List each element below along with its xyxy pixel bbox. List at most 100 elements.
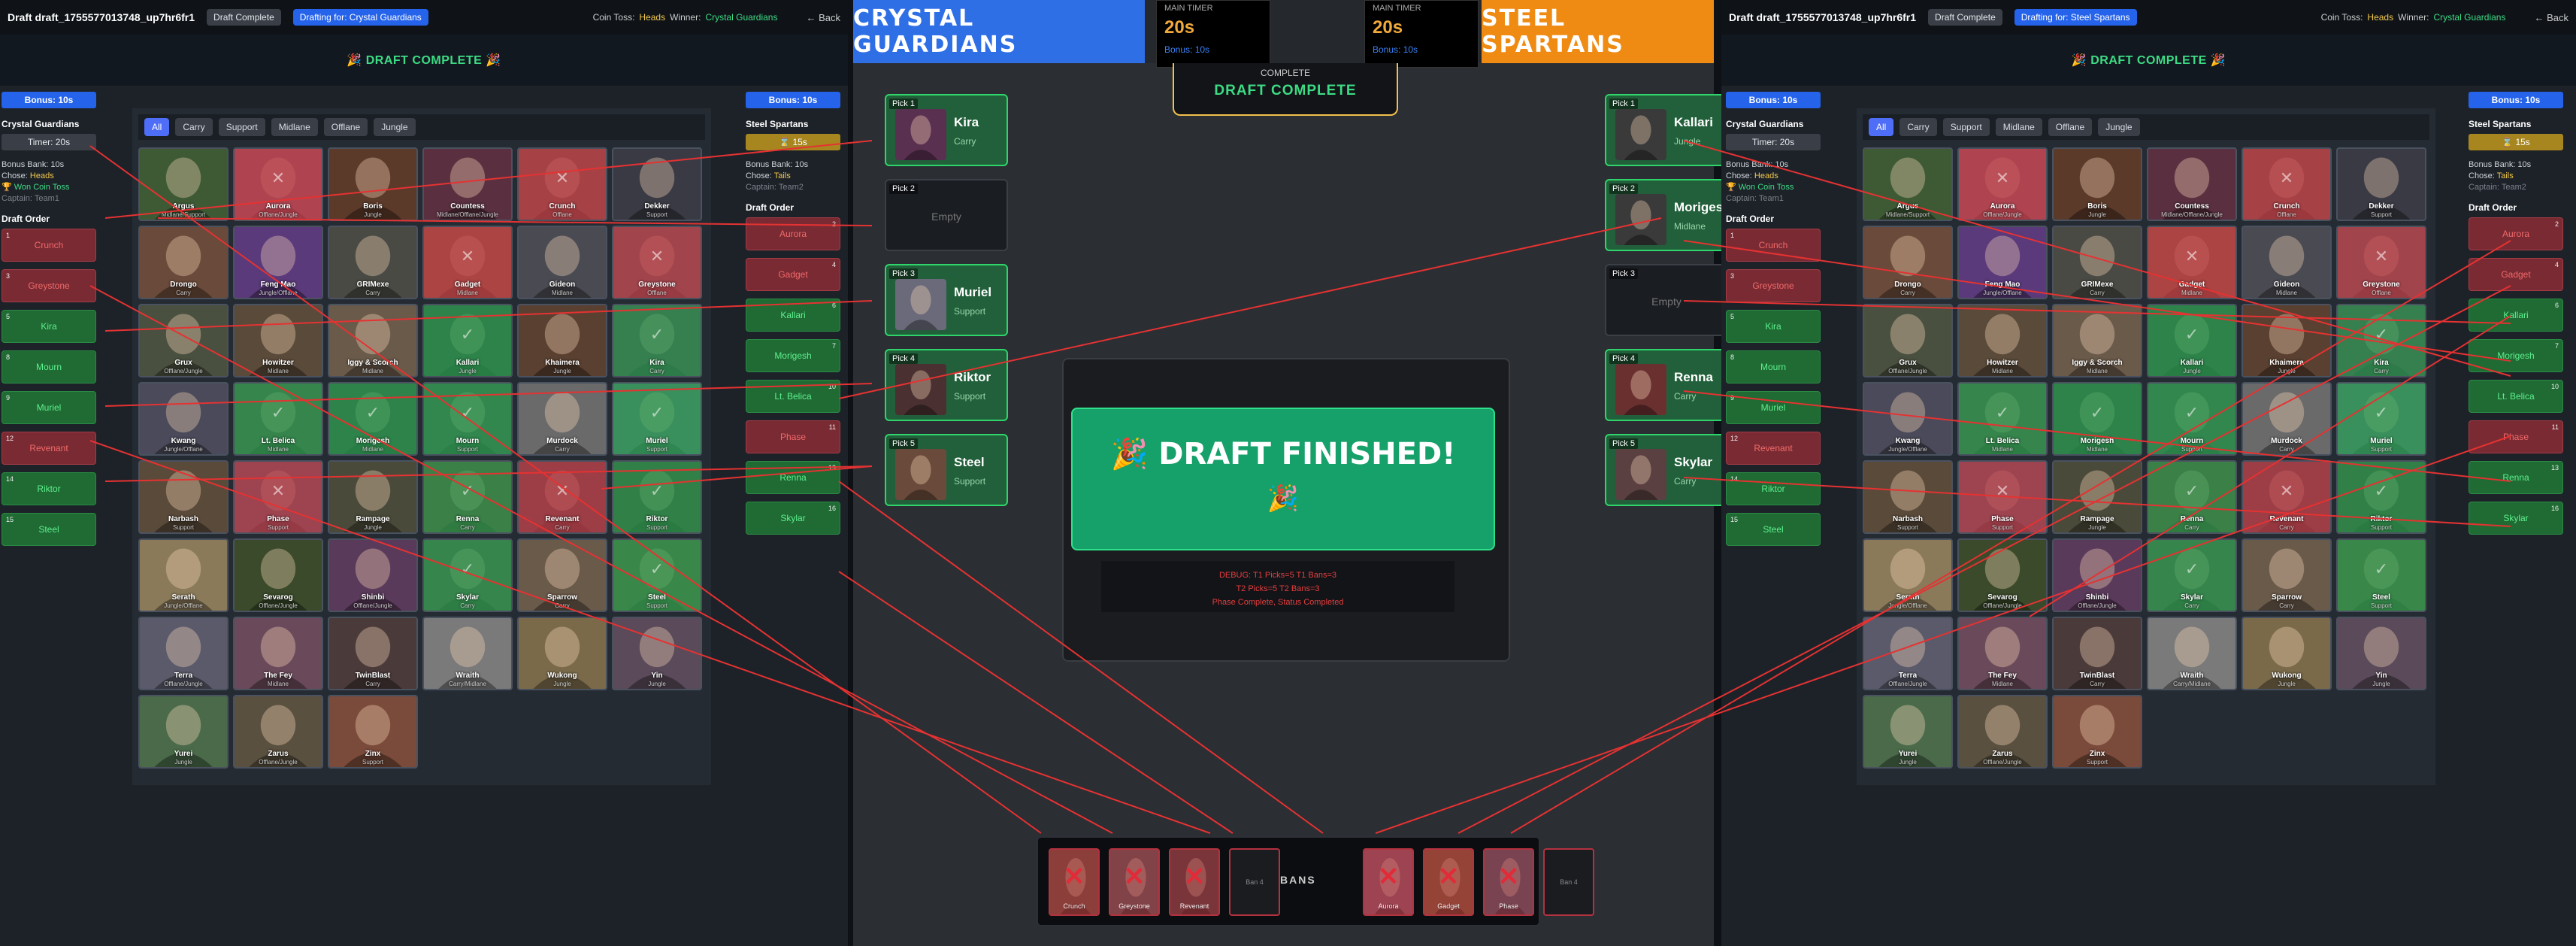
- filter-carry-button[interactable]: Carry: [1899, 118, 1937, 136]
- coin-toss-info: Coin Toss: Heads Winner: Crystal Guardia…: [2321, 12, 2506, 23]
- hero-card[interactable]: Terra Offlane/Jungle: [138, 617, 229, 690]
- draft-order-item: 13 Renna: [2469, 461, 2563, 494]
- filter-all-button[interactable]: All: [144, 118, 170, 136]
- hero-card[interactable]: Yin Jungle: [612, 617, 702, 690]
- hero-card[interactable]: Gideon Midlane: [517, 226, 607, 299]
- hero-card[interactable]: Feng Mao Jungle/Offlane: [233, 226, 323, 299]
- hero-card[interactable]: Zarus Offlane/Jungle: [1957, 695, 2048, 769]
- hero-card[interactable]: Narbash Support: [138, 460, 229, 534]
- hero-card[interactable]: Yurei Jungle: [1863, 695, 1953, 769]
- coin-toss-value: Heads: [2367, 12, 2394, 23]
- hero-role: Jungle: [2183, 368, 2201, 374]
- hero-card[interactable]: Boris Jungle: [328, 147, 418, 221]
- hero-card[interactable]: Khaimera Jungle: [517, 304, 607, 377]
- hero-card[interactable]: Murdock Carry: [2242, 382, 2332, 456]
- draft-order-hero: Kira: [1765, 321, 1781, 332]
- filter-support-button[interactable]: Support: [1942, 118, 1990, 136]
- empty-label: Empty: [1651, 296, 1682, 308]
- hero-name: Drongo: [1894, 280, 1921, 289]
- hero-card[interactable]: Wukong Jungle: [2242, 617, 2332, 690]
- hero-card[interactable]: Rampage Jungle: [2052, 460, 2142, 534]
- hero-card[interactable]: Iggy & Scorch Midlane: [328, 304, 418, 377]
- hero-card[interactable]: Wukong Jungle: [517, 617, 607, 690]
- hero-card[interactable]: Kwang Jungle/Offlane: [1863, 382, 1953, 456]
- draft-order-hero: Renna: [779, 472, 807, 483]
- picked-check-icon: ✓: [1995, 403, 2010, 423]
- hero-card: ✓ Morigesh Midlane: [2052, 382, 2142, 456]
- hero-card[interactable]: Sparrow Carry: [517, 538, 607, 612]
- hero-card[interactable]: Sparrow Carry: [2242, 538, 2332, 612]
- hero-card[interactable]: Rampage Jungle: [328, 460, 418, 534]
- hero-card[interactable]: Countess Midlane/Offlane/Jungle: [2147, 147, 2237, 221]
- ban-slot: Ban 4: [1229, 848, 1280, 916]
- hero-card[interactable]: Murdock Carry: [517, 382, 607, 456]
- hero-card[interactable]: Sevarog Offlane/Jungle: [1957, 538, 2048, 612]
- status-small: COMPLETE: [1260, 68, 1310, 78]
- hero-card[interactable]: Serath Jungle/Offlane: [138, 538, 229, 612]
- hero-card[interactable]: Narbash Support: [1863, 460, 1953, 534]
- hero-card[interactable]: Kwang Jungle/Offlane: [138, 382, 229, 456]
- hero-card[interactable]: Sevarog Offlane/Jungle: [233, 538, 323, 612]
- hero-role: Offlane/Jungle: [1888, 368, 1927, 374]
- hero-card[interactable]: GRIMexe Carry: [2052, 226, 2142, 299]
- hero-card[interactable]: Dekker Support: [2336, 147, 2426, 221]
- filter-offlane-button[interactable]: Offlane: [323, 118, 368, 136]
- filter-support-button[interactable]: Support: [218, 118, 265, 136]
- picked-check-icon: ✓: [2374, 403, 2389, 423]
- hero-card[interactable]: Yurei Jungle: [138, 695, 229, 769]
- chose-value: Tails: [773, 171, 791, 180]
- back-button[interactable]: ← Back: [2534, 12, 2568, 23]
- hero-card[interactable]: Countess Midlane/Offlane/Jungle: [422, 147, 513, 221]
- hero-name: Dekker: [2369, 202, 2394, 211]
- hero-card[interactable]: GRIMexe Carry: [328, 226, 418, 299]
- hero-card[interactable]: Zinx Support: [2052, 695, 2142, 769]
- broadcast-view: CRYSTAL GUARDIANS MAIN TIMER 20s Bonus: …: [853, 0, 1728, 946]
- hero-card[interactable]: Drongo Carry: [138, 226, 229, 299]
- filter-midlane-button[interactable]: Midlane: [271, 118, 318, 136]
- draft-order-number: 11: [828, 423, 836, 431]
- hero-card[interactable]: Terra Offlane/Jungle: [1863, 617, 1953, 690]
- hero-card[interactable]: Gideon Midlane: [2242, 226, 2332, 299]
- hero-card[interactable]: Zarus Offlane/Jungle: [233, 695, 323, 769]
- hero-card[interactable]: Shinbi Offlane/Jungle: [2052, 538, 2142, 612]
- hero-card[interactable]: Howitzer Midlane: [233, 304, 323, 377]
- hero-name: Argus: [1896, 202, 1919, 211]
- hero-card[interactable]: Drongo Carry: [1863, 226, 1953, 299]
- filter-carry-button[interactable]: Carry: [175, 118, 213, 136]
- hero-card[interactable]: Zinx Support: [328, 695, 418, 769]
- drafting-for-badge[interactable]: Drafting for: Steel Spartans: [2014, 9, 2137, 26]
- hero-card[interactable]: The Fey Midlane: [1957, 617, 2048, 690]
- hero-card[interactable]: Feng Mao Jungle/Offlane: [1957, 226, 2048, 299]
- back-button[interactable]: ← Back: [806, 12, 840, 23]
- hero-card[interactable]: Wraith Carry/Midlane: [422, 617, 513, 690]
- hero-card[interactable]: Yin Jungle: [2336, 617, 2426, 690]
- hero-card[interactable]: TwinBlast Carry: [2052, 617, 2142, 690]
- hero-card[interactable]: Iggy & Scorch Midlane: [2052, 304, 2142, 377]
- hero-card[interactable]: Argus Midlane/Support: [1863, 147, 1953, 221]
- draft-order-number: 16: [2550, 505, 2559, 512]
- hero-card[interactable]: Grux Offlane/Jungle: [1863, 304, 1953, 377]
- ban-x-icon: ✕: [1497, 863, 1520, 892]
- hero-card[interactable]: Boris Jungle: [2052, 147, 2142, 221]
- hero-card[interactable]: Dekker Support: [612, 147, 702, 221]
- hero-card[interactable]: Shinbi Offlane/Jungle: [328, 538, 418, 612]
- hero-card[interactable]: TwinBlast Carry: [328, 617, 418, 690]
- filter-midlane-button[interactable]: Midlane: [1995, 118, 2042, 136]
- filter-offlane-button[interactable]: Offlane: [2048, 118, 2093, 136]
- hero-card[interactable]: Grux Offlane/Jungle: [138, 304, 229, 377]
- hero-card[interactable]: Khaimera Jungle: [2242, 304, 2332, 377]
- draft-order-hero: Gadget: [778, 269, 808, 280]
- hero-name: Revenant: [2269, 515, 2304, 523]
- hero-role: Offlane: [2372, 290, 2391, 296]
- drafting-for-badge[interactable]: Drafting for: Crystal Guardians: [292, 9, 428, 26]
- hero-card[interactable]: The Fey Midlane: [233, 617, 323, 690]
- pick-hero-name: Kallari: [1674, 115, 1713, 129]
- filter-jungle-button[interactable]: Jungle: [374, 118, 416, 136]
- hero-name: Gadget: [454, 280, 481, 289]
- hero-card[interactable]: Serath Jungle/Offlane: [1863, 538, 1953, 612]
- filter-jungle-button[interactable]: Jungle: [2098, 118, 2140, 136]
- hero-card[interactable]: Wraith Carry/Midlane: [2147, 617, 2237, 690]
- filter-all-button[interactable]: All: [1869, 118, 1894, 136]
- hero-card[interactable]: Howitzer Midlane: [1957, 304, 2048, 377]
- hero-card[interactable]: Argus Midlane/Support: [138, 147, 229, 221]
